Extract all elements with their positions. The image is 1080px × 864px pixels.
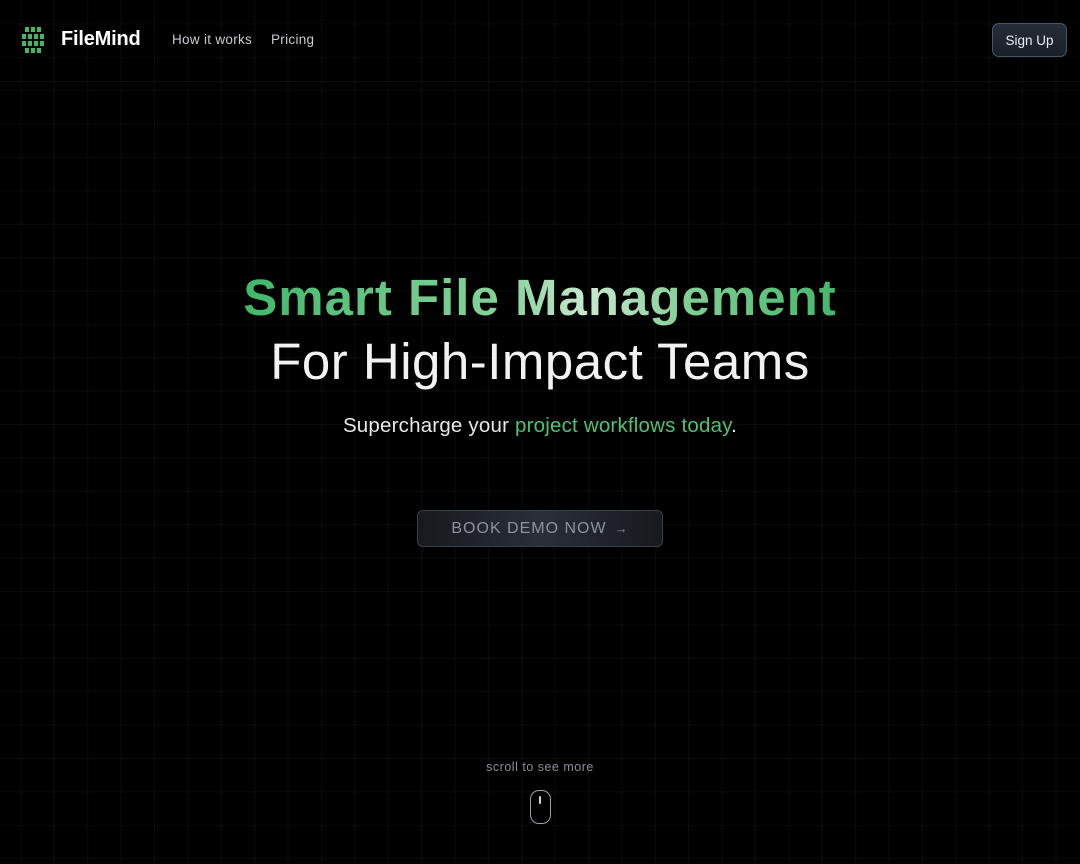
nav-pricing[interactable]: Pricing [271,32,314,47]
arrow-right-icon: → [614,521,629,536]
hero-title-line1: Smart File Management [243,269,837,326]
book-demo-button[interactable]: BOOK DEMO NOW → [417,510,663,547]
brand-name[interactable]: FileMind [61,28,141,51]
mouse-wheel-icon [539,796,541,804]
hero-subtitle-prefix: Supercharge your [342,414,515,437]
hero-title: Smart File Management [0,268,1080,327]
hero-subtitle-suffix: . [731,414,738,437]
nav-how-it-works[interactable]: How it works [172,32,252,47]
hero-title-line2: For High-Impact Teams [270,333,810,390]
book-demo-label: BOOK DEMO NOW [451,519,607,537]
top-navbar: FileMind How it works Pricing Sign Up [0,0,1080,82]
sign-up-button[interactable]: Sign Up [992,23,1067,57]
hero-subtitle-accent: project workflows today [515,414,732,437]
grid-logo-icon[interactable] [22,27,45,53]
mouse-icon[interactable] [530,790,551,824]
scroll-hint: scroll to see more [486,760,594,774]
hero-subtitle: Supercharge your project workflows today… [0,414,1080,438]
